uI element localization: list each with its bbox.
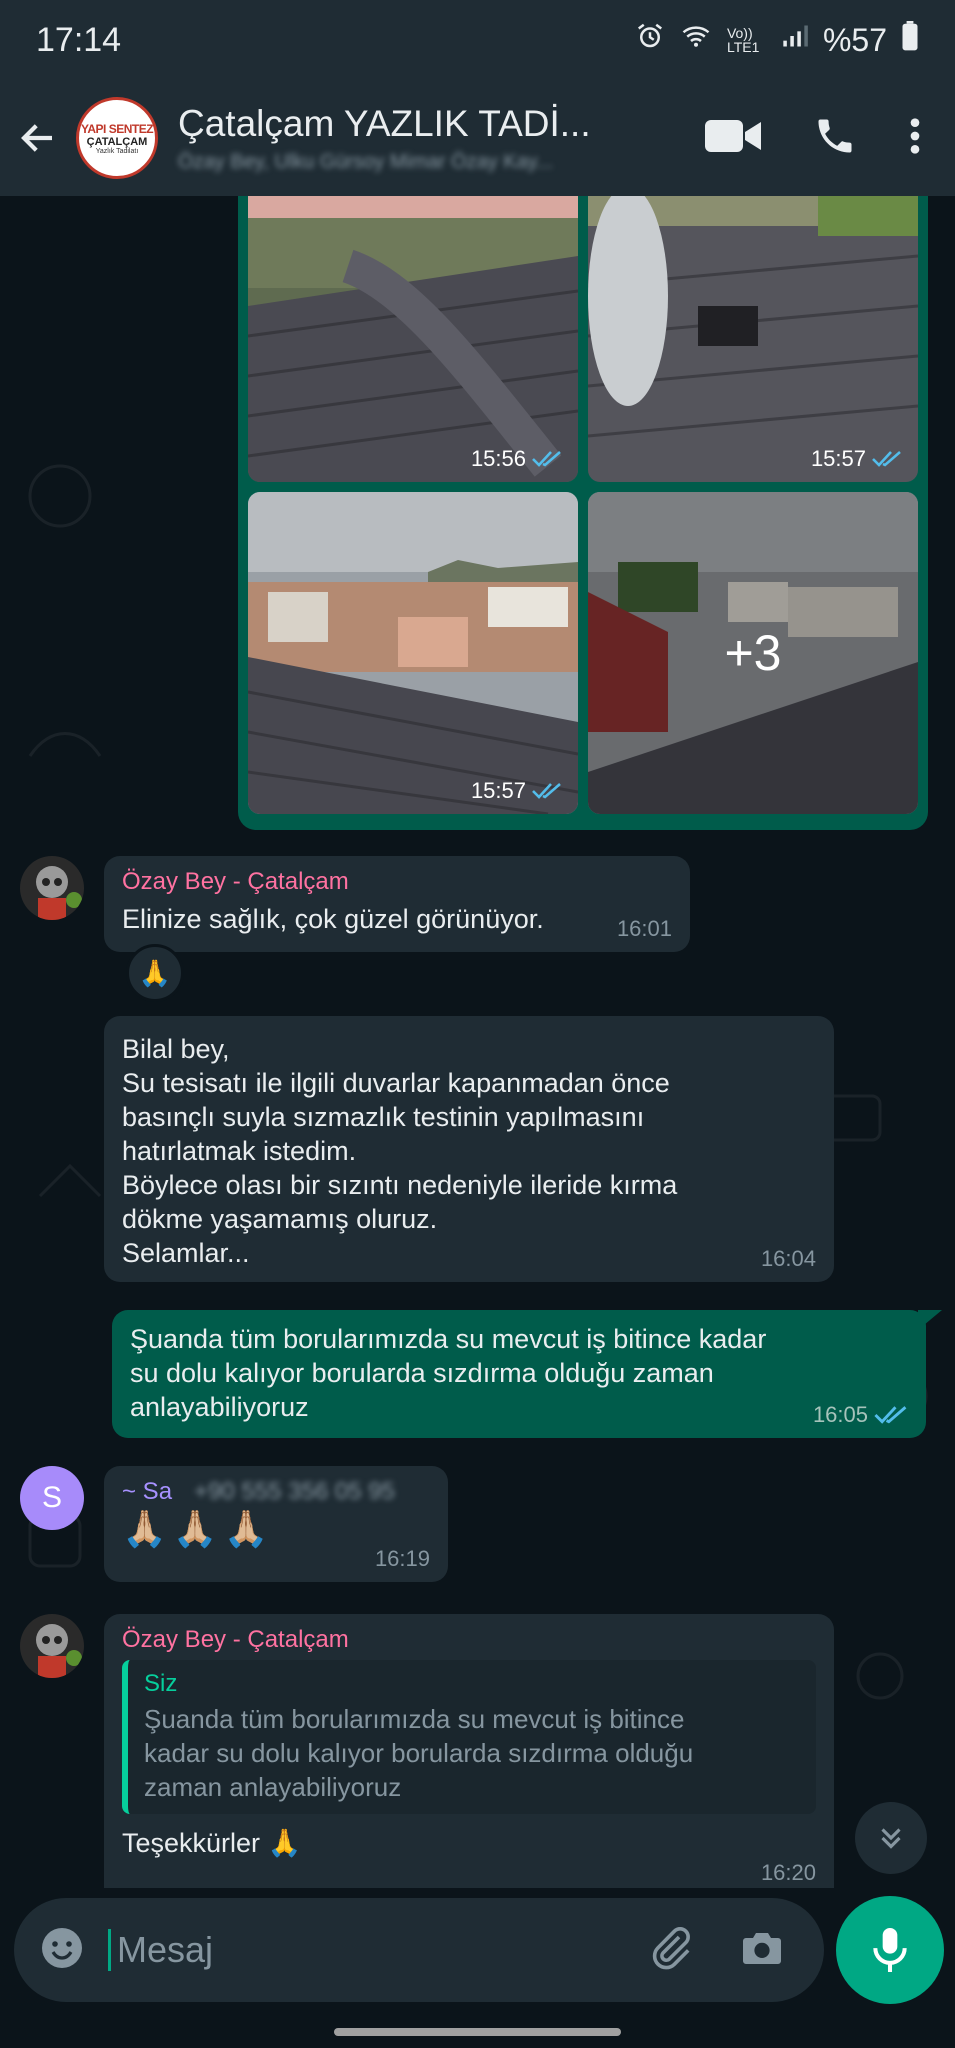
chat-header: YAPI SENTEZ ÇATALÇAM Yazlık Tadilatı Çat… bbox=[0, 80, 955, 196]
photo-roof-3[interactable]: 15:57 bbox=[248, 492, 578, 814]
paperclip-icon bbox=[652, 1926, 690, 1969]
status-bar: 17:14 Vo)) LTE1 %57 bbox=[0, 0, 955, 80]
message-bubble-ozay-1[interactable]: Özay Bey - Çatalçam Elinize sağlık, çok … bbox=[104, 856, 690, 952]
phone-icon bbox=[818, 119, 852, 152]
signal-icon bbox=[781, 21, 809, 59]
back-button[interactable] bbox=[0, 80, 76, 196]
attach-button[interactable] bbox=[646, 1924, 694, 1977]
voice-record-button[interactable] bbox=[836, 1896, 944, 2004]
double-check-read-icon bbox=[874, 1406, 907, 1424]
photo-roof-1[interactable]: 15:56 bbox=[248, 196, 578, 482]
photo-time: 15:57 bbox=[470, 778, 526, 803]
bubble-tail bbox=[918, 1310, 942, 1330]
chat-title: Çatalçam YAZLIK TADİ... bbox=[178, 102, 591, 144]
message-bubble-sa[interactable]: ~ Sa +90 555 356 05 95 🙏🏼🙏🏼🙏🏼 16:19 bbox=[104, 1466, 448, 1582]
chat-participants: Özay Bey, Ulku Gürsoy Mimar Özay Kay... bbox=[178, 150, 553, 173]
message-text: Şuanda tüm borularımızda su mevcut iş bi… bbox=[130, 1324, 767, 1422]
sender-name[interactable]: Özay Bey - Çatalçam bbox=[122, 1626, 816, 1654]
message-bubble-ozay-reply[interactable]: Özay Bey - Çatalçam Siz Şuanda tüm borul… bbox=[104, 1614, 834, 1888]
message-bubble-outgoing[interactable]: Şuanda tüm borularımızda su mevcut iş bi… bbox=[112, 1310, 926, 1438]
sender-phone: +90 555 356 05 95 bbox=[194, 1478, 395, 1505]
photo-time: 15:56 bbox=[470, 446, 526, 471]
emoji-icon bbox=[42, 1927, 82, 1968]
quoted-author: Siz bbox=[144, 1670, 178, 1697]
arrow-left-icon bbox=[21, 124, 52, 152]
status-icons: Vo)) LTE1 %57 bbox=[635, 21, 919, 59]
status-time: 17:14 bbox=[36, 20, 122, 59]
video-camera-icon bbox=[705, 119, 761, 152]
compose-bar bbox=[0, 1888, 955, 2008]
message-text: Elinize sağlık, çok güzel görünüyor. bbox=[122, 904, 544, 934]
message-time: 16:04 bbox=[760, 1246, 816, 1271]
sender-avatar-sa[interactable]: S bbox=[20, 1466, 84, 1530]
more-photos-count: +3 bbox=[588, 492, 918, 814]
alarm-icon bbox=[635, 21, 665, 59]
network-label: Vo)) LTE1 bbox=[726, 25, 760, 55]
double-chevron-down-icon bbox=[881, 1828, 901, 1849]
photo-album-message[interactable]: 15:56 15:57 15:57 +3 bbox=[238, 196, 928, 830]
camera-button[interactable] bbox=[738, 1924, 786, 1977]
message-time: 16:01 bbox=[616, 916, 672, 941]
gasmask-avatar-image bbox=[20, 856, 84, 920]
double-check-read-icon bbox=[532, 451, 561, 467]
photo-time: 15:57 bbox=[810, 446, 866, 471]
emoji-button[interactable] bbox=[38, 1924, 86, 1977]
roof-view-photo-image bbox=[248, 492, 578, 814]
message-input-container[interactable] bbox=[14, 1898, 824, 2002]
logo-line1: YAPI SENTEZ bbox=[80, 121, 154, 136]
video-call-button[interactable] bbox=[705, 118, 761, 159]
message-text: Teşekkürler 🙏 bbox=[122, 1828, 302, 1858]
message-time: 16:05 bbox=[812, 1402, 868, 1427]
battery-icon bbox=[901, 21, 919, 59]
camera-icon bbox=[743, 1932, 781, 1964]
kebab-menu-icon bbox=[910, 117, 920, 154]
battery-level: %57 bbox=[822, 21, 887, 58]
message-time: 16:20 bbox=[760, 1860, 816, 1885]
home-gesture-bar[interactable] bbox=[334, 2028, 621, 2036]
sender-name[interactable]: ~ Sa bbox=[122, 1478, 172, 1506]
double-check-read-icon bbox=[872, 451, 901, 467]
more-options-button[interactable] bbox=[909, 116, 921, 161]
double-check-read-icon bbox=[532, 783, 561, 799]
chat-area[interactable]: 15:56 15:57 15:57 +3 Özay Bey - Çatalçam… bbox=[0, 196, 955, 1888]
wifi-icon bbox=[679, 21, 713, 59]
roof-dish-photo-image bbox=[588, 196, 918, 482]
message-time: 16:19 bbox=[374, 1546, 430, 1571]
message-text: Bilal bey, Su tesisatı ile ilgili duvarl… bbox=[122, 1034, 678, 1268]
sender-name[interactable]: Özay Bey - Çatalçam bbox=[122, 868, 672, 896]
voice-call-button[interactable] bbox=[813, 114, 857, 163]
logo-line3: Yazlık Tadilatı bbox=[95, 147, 139, 155]
logo-line2: ÇATALÇAM bbox=[86, 135, 148, 148]
message-bubble-ozay-2[interactable]: Bilal bey, Su tesisatı ile ilgili duvarl… bbox=[104, 1016, 834, 1282]
message-text: 🙏🏼🙏🏼🙏🏼 bbox=[122, 1508, 275, 1549]
message-reaction[interactable]: 🙏 bbox=[126, 944, 184, 1002]
quoted-text: Şuanda tüm borularımızda su mevcut iş bi… bbox=[144, 1704, 694, 1802]
roof-photo-image bbox=[248, 196, 578, 482]
scroll-to-bottom-button[interactable] bbox=[855, 1802, 927, 1874]
sender-avatar-ozay[interactable] bbox=[20, 856, 84, 920]
microphone-icon bbox=[873, 1928, 907, 1972]
photo-roof-4-more[interactable]: +3 bbox=[588, 492, 918, 814]
message-input[interactable] bbox=[108, 1929, 646, 1971]
group-avatar[interactable]: YAPI SENTEZ ÇATALÇAM Yazlık Tadilatı bbox=[76, 97, 158, 179]
quoted-message[interactable]: Siz Şuanda tüm borularımızda su mevcut i… bbox=[122, 1660, 816, 1814]
sender-avatar-ozay[interactable] bbox=[20, 1614, 84, 1678]
gasmask-avatar-image bbox=[20, 1614, 84, 1678]
chat-title-block[interactable]: Çatalçam YAZLIK TADİ... Özay Bey, Ulku G… bbox=[178, 103, 648, 174]
photo-roof-2[interactable]: 15:57 bbox=[588, 196, 918, 482]
